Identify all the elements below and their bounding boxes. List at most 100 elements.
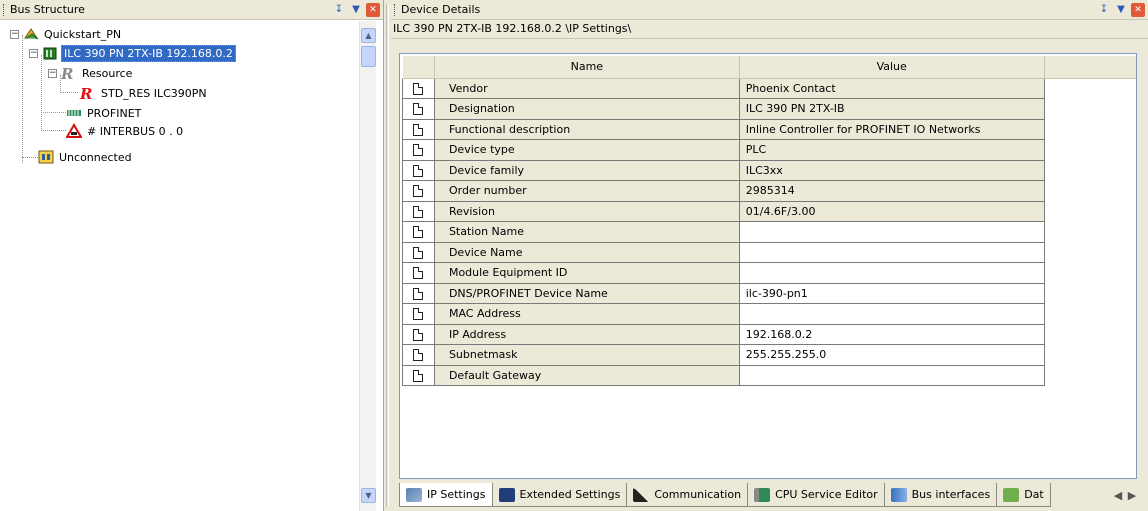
device-details-title: Device Details [401, 3, 481, 16]
table-row[interactable]: Default Gateway [402, 364, 1137, 386]
property-name: MAC Address [433, 303, 740, 325]
scroll-down-icon[interactable]: ▼ [361, 488, 376, 503]
profinet-icon [66, 105, 82, 121]
tree-label-selected: ILC 390 PN 2TX-IB 192.168.0.2 [61, 44, 236, 62]
row-doc-cell [402, 200, 435, 222]
tab-extended-settings[interactable]: Extended Settings [492, 483, 628, 507]
property-name: Station Name [433, 221, 740, 243]
property-name: Order number [433, 180, 740, 202]
unconnected-icon [38, 149, 54, 165]
document-icon [413, 308, 424, 321]
property-name: Module Equipment ID [433, 262, 740, 284]
property-value: ILC 390 PN 2TX-IB [738, 98, 1045, 120]
tab-scroll-left-icon[interactable]: ◀ [1111, 489, 1125, 502]
row-doc-cell [402, 282, 435, 304]
drag-grip-icon[interactable] [394, 3, 397, 16]
tab-bus-interfaces[interactable]: Bus interfaces [884, 483, 998, 507]
document-icon [413, 246, 424, 259]
property-value[interactable]: ilc-390-pn1 [738, 282, 1045, 304]
data-icon [1003, 487, 1020, 502]
property-value: 01/4.6F/3.00 [738, 200, 1045, 222]
tree-label: Quickstart_PN [44, 27, 122, 41]
table-row[interactable]: DNS/PROFINET Device Name ilc-390-pn1 [402, 282, 1137, 304]
tree-item-controller[interactable]: − ILC 390 PN 2TX-IB 192.168.0.2 [29, 44, 236, 62]
bus-structure-header: Bus Structure ↧ ▼ ✕ [0, 0, 383, 20]
tab-ip-settings[interactable]: IP Settings [399, 483, 493, 507]
name-column-header[interactable]: Name [434, 56, 740, 79]
communication-icon [633, 487, 650, 502]
property-name: Subnetmask [433, 344, 740, 366]
extended-settings-icon [498, 487, 515, 502]
tree-item-interbus[interactable]: # INTERBUS 0 . 0 [65, 122, 185, 140]
tab-communication[interactable]: Communication [627, 483, 749, 507]
table-row[interactable]: Device Name [402, 241, 1137, 263]
row-doc-cell [402, 180, 435, 202]
property-name: Default Gateway [433, 364, 740, 386]
tree-item-unconnected[interactable]: Unconnected [38, 148, 134, 166]
table-row[interactable]: Revision 01/4.6F/3.00 [402, 200, 1137, 222]
table-row[interactable]: Module Equipment ID [402, 262, 1137, 284]
property-value[interactable] [738, 303, 1045, 325]
table-row[interactable]: Designation ILC 390 PN 2TX-IB [402, 98, 1137, 120]
tab-scroll-right-icon[interactable]: ▶ [1125, 489, 1139, 502]
table-row[interactable]: Device family ILC3xx [402, 159, 1137, 181]
table-row[interactable]: Functional description Inline Controller … [402, 118, 1137, 140]
property-value[interactable]: 255.255.255.0 [738, 344, 1045, 366]
bus-interfaces-icon [890, 487, 907, 502]
pane-splitter[interactable] [385, 0, 390, 511]
close-icon[interactable]: ✕ [366, 2, 380, 17]
row-doc-cell [402, 159, 435, 181]
property-name: Revision [433, 200, 740, 222]
document-icon [413, 328, 424, 341]
property-value: 2985314 [738, 180, 1045, 202]
close-icon[interactable]: ✕ [1131, 2, 1145, 17]
property-value[interactable] [738, 241, 1045, 263]
collapse-icon[interactable]: − [29, 48, 38, 58]
property-name: Device Name [433, 241, 740, 263]
dropdown-icon[interactable]: ▼ [1114, 3, 1128, 17]
row-doc-cell [402, 118, 435, 140]
pin-icon[interactable]: ↧ [1097, 3, 1111, 17]
property-value[interactable]: 192.168.0.2 [738, 323, 1045, 345]
scroll-up-icon[interactable]: ▲ [361, 28, 376, 43]
tab-data[interactable]: Dat [997, 483, 1051, 507]
row-doc-cell [402, 364, 435, 386]
table-row[interactable]: Subnetmask 255.255.255.0 [402, 344, 1137, 366]
property-value[interactable] [738, 364, 1045, 386]
collapse-icon[interactable]: − [10, 29, 19, 39]
tree-item-project[interactable]: − Quickstart_PN [10, 25, 123, 43]
property-name: Device family [433, 159, 740, 181]
tree-label: PROFINET [87, 106, 142, 120]
pin-icon[interactable]: ↧ [332, 3, 346, 17]
value-column-header[interactable]: Value [739, 56, 1045, 79]
network-icon [406, 487, 422, 502]
bus-structure-pane: Bus Structure ↧ ▼ ✕ − Quickstart_PN − IL… [0, 0, 384, 511]
document-icon [413, 226, 424, 239]
table-row[interactable]: Device type PLC [402, 139, 1137, 161]
table-row[interactable]: Station Name [402, 221, 1137, 243]
property-name: Device type [433, 139, 740, 161]
table-row[interactable]: Vendor Phoenix Contact [402, 77, 1137, 99]
property-name: IP Address [433, 323, 740, 345]
dropdown-icon[interactable]: ▼ [349, 3, 363, 17]
property-value: Inline Controller for PROFINET IO Networ… [738, 118, 1045, 140]
tree-item-resource[interactable]: − R Resource [48, 64, 134, 83]
scroll-thumb[interactable] [361, 46, 376, 67]
property-value[interactable] [738, 221, 1045, 243]
std-resource-icon: R [80, 85, 93, 103]
tree-item-profinet[interactable]: PROFINET [66, 104, 143, 122]
tree-item-std-resource[interactable]: R STD_RES ILC390PN [80, 84, 209, 103]
document-icon [413, 164, 424, 177]
collapse-icon[interactable]: − [48, 68, 57, 78]
tab-cpu-service-editor[interactable]: CPU Service Editor [748, 483, 885, 507]
property-value[interactable] [738, 262, 1045, 284]
document-icon [413, 287, 424, 300]
table-row[interactable]: IP Address 192.168.0.2 [402, 323, 1137, 345]
row-doc-cell [402, 221, 435, 243]
property-value: PLC [738, 139, 1045, 161]
document-icon [413, 205, 424, 218]
tree-scrollbar[interactable]: ▲ ▼ [359, 21, 376, 511]
table-row[interactable]: MAC Address [402, 303, 1137, 325]
drag-grip-icon[interactable] [3, 3, 6, 16]
table-row[interactable]: Order number 2985314 [402, 180, 1137, 202]
